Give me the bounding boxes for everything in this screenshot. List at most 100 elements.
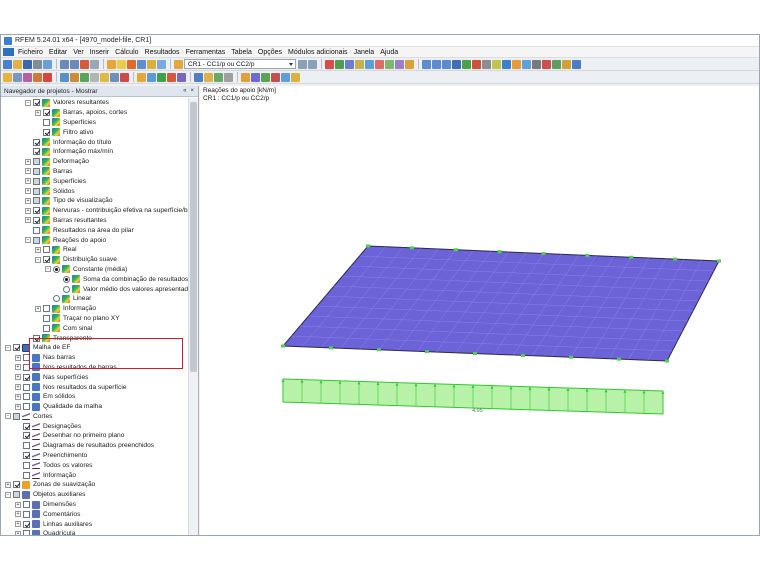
tree-item[interactable]: + Zonas de suavização (1, 480, 187, 490)
expand-icon[interactable]: + (35, 305, 41, 312)
checkbox[interactable] (33, 99, 40, 107)
show-results-icon[interactable] (147, 59, 156, 69)
tree-item[interactable]: + Real (1, 245, 187, 255)
move-icon[interactable] (90, 72, 99, 82)
redo-icon[interactable] (70, 59, 79, 69)
checkbox[interactable] (13, 481, 20, 489)
menu-editar[interactable]: Editar (49, 49, 67, 56)
coordinate-system-icon[interactable] (261, 72, 270, 82)
checkbox[interactable] (43, 256, 50, 264)
menu-tabela[interactable]: Tabela (231, 49, 252, 56)
checkbox[interactable] (43, 109, 50, 117)
pin-icon[interactable]: « (183, 88, 186, 94)
tree-item[interactable]: − Valores resultantes (1, 98, 187, 108)
delete-icon[interactable] (542, 59, 551, 69)
nodal-load-icon[interactable] (147, 72, 156, 82)
orthogonal-icon[interactable] (291, 72, 300, 82)
animation-icon[interactable] (355, 59, 364, 69)
tree-item[interactable]: + Em sólidos (1, 392, 187, 402)
zoom-window-icon[interactable] (472, 59, 481, 69)
iso-view-icon[interactable] (452, 59, 461, 69)
expand-icon[interactable]: + (15, 354, 21, 361)
checkbox[interactable] (23, 510, 30, 518)
checkbox[interactable] (23, 471, 30, 479)
tree-item[interactable]: − Distribuição suave (1, 255, 187, 265)
navigator-scrollbar[interactable] (188, 98, 198, 535)
tree-item[interactable]: − Constante (média) (1, 265, 187, 275)
support-reactions-icon[interactable] (395, 59, 404, 69)
calculate-icon[interactable] (107, 59, 116, 69)
select-icon[interactable] (3, 72, 12, 82)
checkbox[interactable] (43, 118, 50, 126)
display-results-icon[interactable] (325, 59, 334, 69)
solid-icon[interactable] (70, 72, 79, 82)
render-icon[interactable] (482, 59, 491, 69)
checkbox[interactable] (33, 177, 40, 185)
settings-icon[interactable] (562, 59, 571, 69)
expand-icon[interactable]: + (35, 109, 41, 116)
grid-snap-icon[interactable] (281, 72, 290, 82)
load-icon[interactable] (137, 72, 146, 82)
zoom-all-icon[interactable] (462, 59, 471, 69)
tree-item[interactable]: + Informação (1, 304, 187, 314)
grid-icon[interactable] (532, 59, 541, 69)
checkbox[interactable] (33, 187, 40, 195)
expand-icon[interactable]: + (25, 188, 31, 195)
tree-item[interactable]: − Reações do apoio (1, 235, 187, 245)
tree-item[interactable]: + Comentários (1, 509, 187, 519)
snap-icon[interactable] (241, 72, 250, 82)
radio-button[interactable] (53, 265, 60, 273)
load-combination-select[interactable]: CR1 - CC1/p ou CC2/p (184, 59, 296, 69)
menu-ver[interactable]: Ver (73, 49, 84, 56)
tree-item[interactable]: + Barras (1, 167, 187, 177)
tree-item[interactable]: − Objetos auxiliares (1, 490, 187, 500)
checkbox[interactable] (43, 314, 50, 322)
surface-icon[interactable] (60, 72, 69, 82)
tree-item[interactable]: Filtro ativo (1, 127, 187, 137)
view-x-icon[interactable] (422, 59, 431, 69)
member-load-icon[interactable] (157, 72, 166, 82)
document-icon[interactable] (3, 48, 14, 56)
menu-opcoes[interactable]: Opções (258, 49, 282, 56)
expand-icon[interactable]: + (25, 168, 31, 175)
expand-icon[interactable]: + (25, 178, 31, 185)
tree-item[interactable]: + Deformação (1, 157, 187, 167)
filter-icon[interactable] (405, 59, 414, 69)
table-icon[interactable] (157, 59, 166, 69)
tree-item[interactable]: − Cortes (1, 412, 187, 422)
section-icon[interactable] (365, 59, 374, 69)
expand-icon[interactable]: + (25, 197, 31, 204)
expand-icon[interactable]: + (15, 374, 21, 381)
menu-inserir[interactable]: Inserir (90, 49, 109, 56)
checkbox[interactable] (23, 501, 30, 509)
tree-item[interactable]: Valor médio dos valores apresentados (1, 284, 195, 294)
tree-item[interactable]: Informação (1, 470, 187, 480)
checkbox[interactable] (23, 520, 30, 528)
checkbox[interactable] (13, 491, 20, 499)
tree-item[interactable]: Preenchimento (1, 451, 187, 461)
next-icon[interactable] (308, 59, 317, 69)
checkbox[interactable] (33, 158, 40, 166)
section-box-icon[interactable] (522, 59, 531, 69)
view-z-icon[interactable] (442, 59, 451, 69)
checkbox[interactable] (43, 246, 50, 254)
tree-item[interactable]: + Superfícies (1, 176, 187, 186)
surface-load-icon[interactable] (167, 72, 176, 82)
checkbox[interactable] (33, 148, 40, 156)
close-icon[interactable]: × (190, 88, 194, 94)
expand-icon[interactable]: + (35, 246, 41, 253)
deformation-icon[interactable] (345, 59, 354, 69)
tree-item[interactable]: + Dimensões (1, 500, 187, 510)
copy-objects-icon[interactable] (100, 72, 109, 82)
values-icon[interactable] (335, 59, 344, 69)
radio-button[interactable] (63, 275, 70, 283)
menu-modulos-adicionais[interactable]: Módulos adicionais (288, 49, 348, 56)
expand-icon[interactable]: + (25, 217, 31, 224)
member-icon[interactable] (33, 72, 42, 82)
copy-icon[interactable] (90, 59, 99, 69)
checkbox[interactable] (33, 138, 40, 146)
tree-item[interactable]: + Nas superfícies (1, 372, 187, 382)
opening-icon[interactable] (80, 72, 89, 82)
checkbox[interactable] (23, 422, 30, 430)
tree-item[interactable]: + Linhas auxiliares (1, 519, 187, 529)
